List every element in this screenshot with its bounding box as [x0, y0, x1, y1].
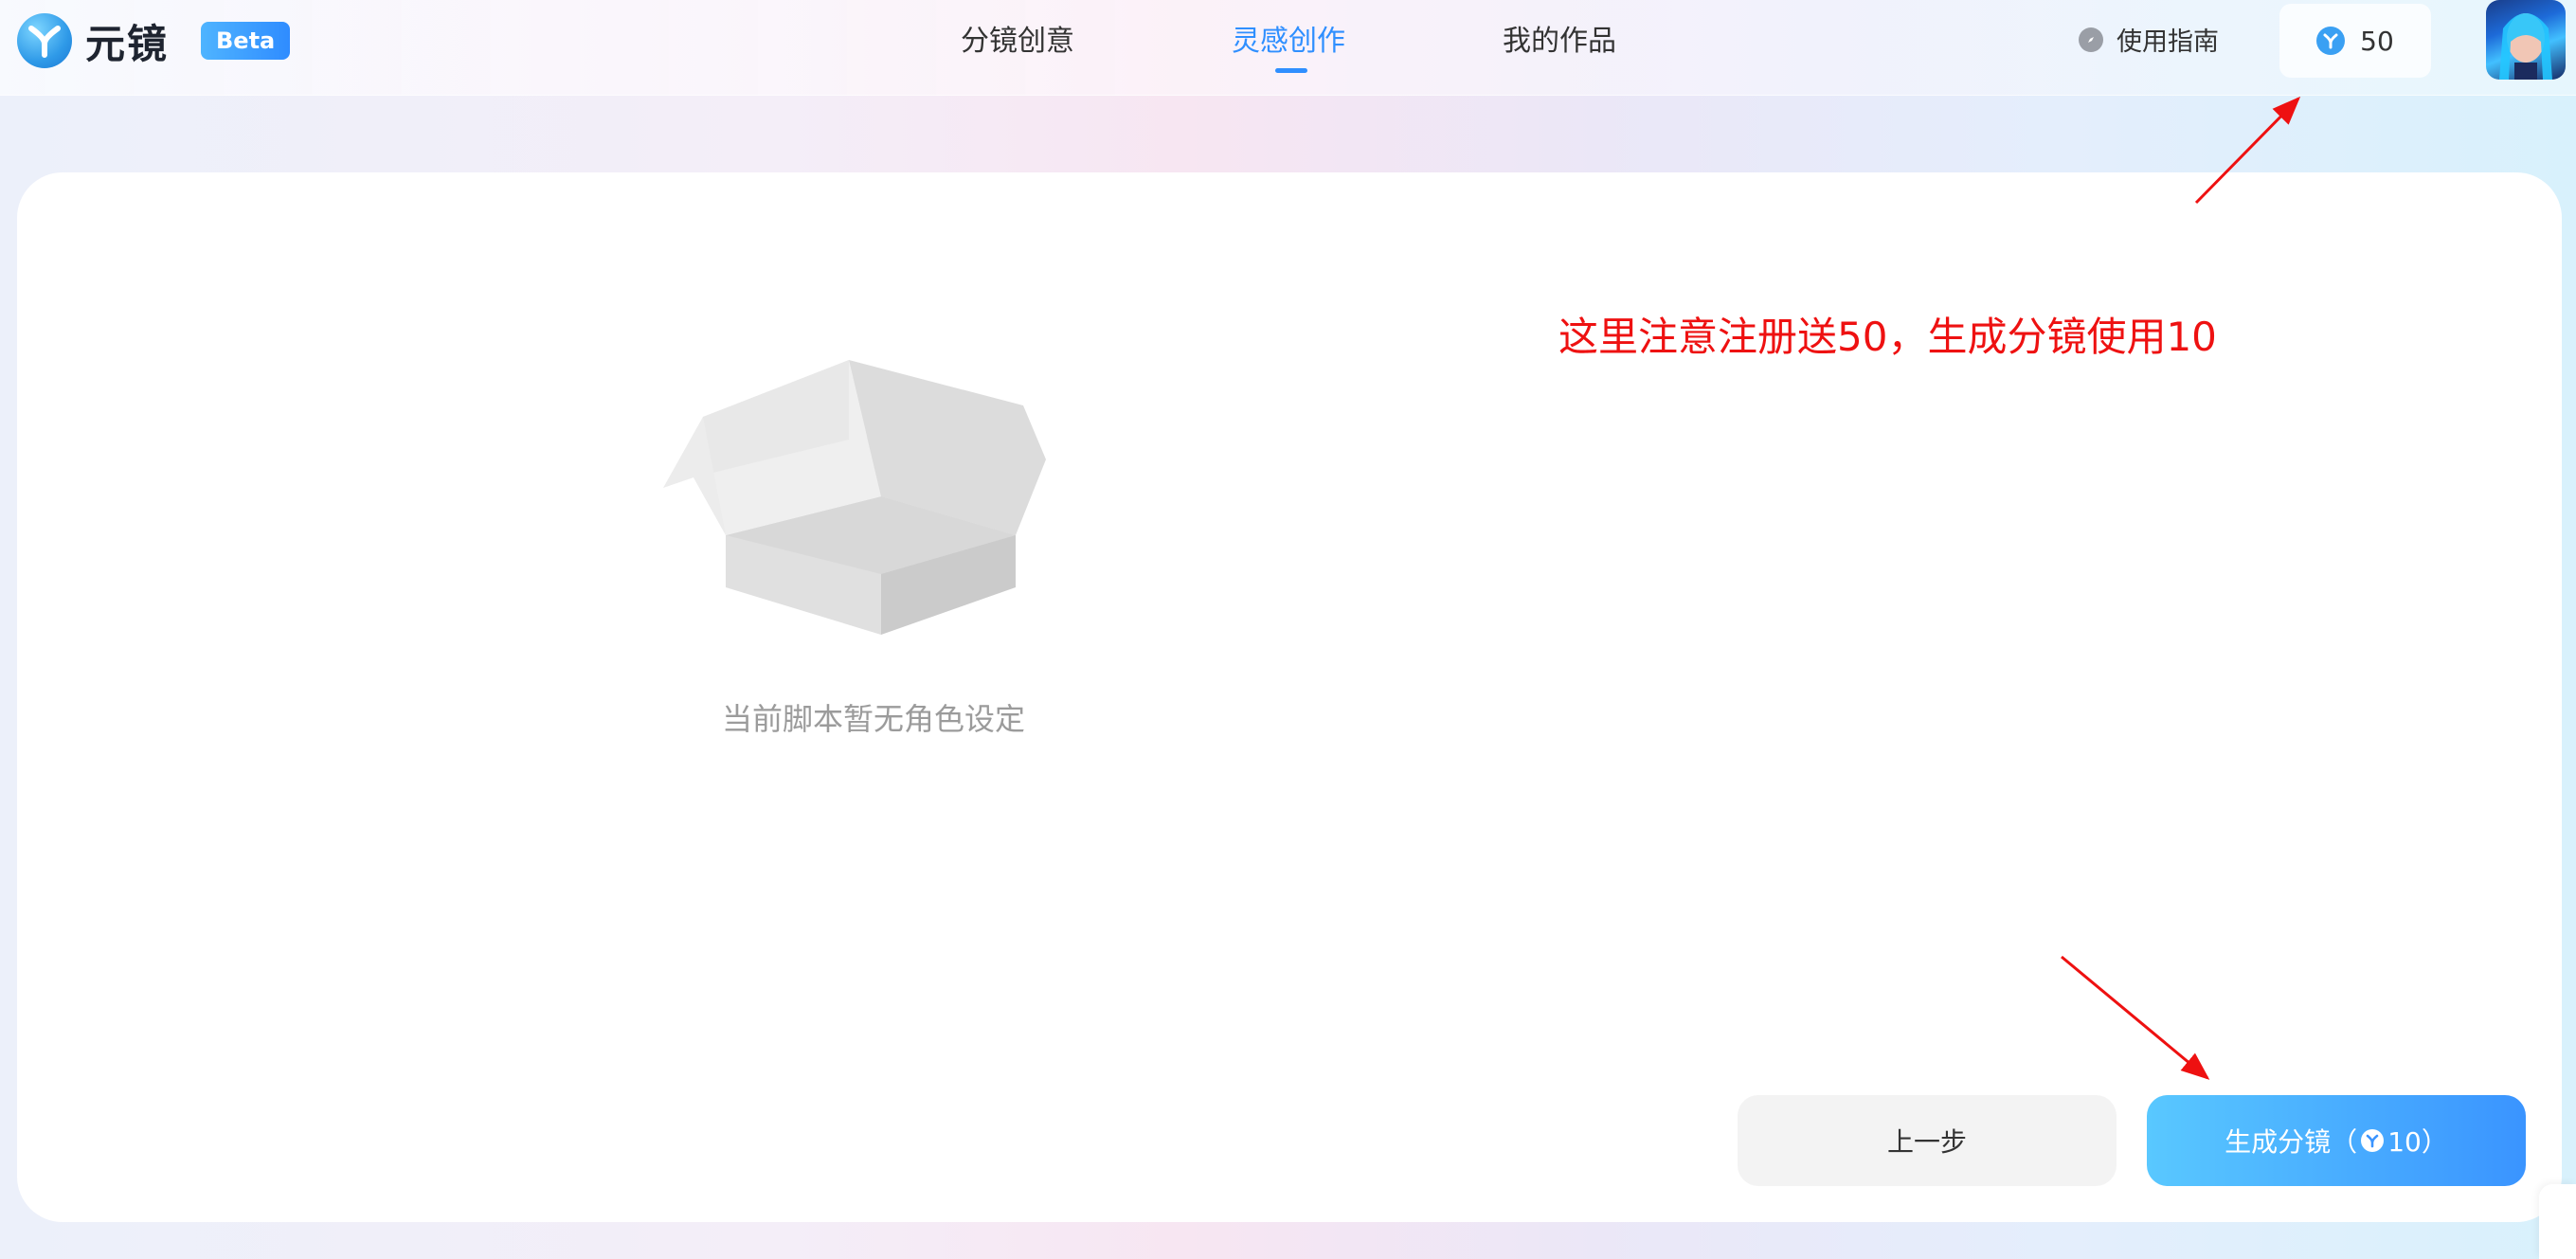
top-bar: 元镜 Beta 分镜创意 灵感创作 我的作品 使用指南 50: [0, 0, 2576, 96]
empty-box-illustration: [663, 360, 1046, 635]
guide-link[interactable]: 使用指南: [2079, 21, 2219, 58]
previous-step-button[interactable]: 上一步: [1738, 1095, 2117, 1186]
active-tab-indicator: [1275, 68, 1307, 73]
beta-badge: Beta: [201, 22, 291, 60]
credits-icon: [2361, 1129, 2385, 1152]
brand-name: 元镜: [85, 20, 170, 67]
tab-my-works[interactable]: 我的作品: [1503, 17, 1616, 59]
credits-value: 50: [2360, 25, 2394, 57]
annotation-text: 这里注意注册送50，生成分镜使用10: [1558, 314, 2217, 360]
guide-label: 使用指南: [2117, 27, 2219, 57]
generate-label: 生成分镜（: [2225, 1126, 2358, 1158]
generate-cost: 10）: [2387, 1126, 2448, 1158]
brand-logo-icon: [17, 13, 72, 68]
empty-state-text: 当前脚本暂无角色设定: [721, 701, 1025, 737]
tab-storyboard-ideas[interactable]: 分镜创意: [961, 17, 1074, 59]
previous-step-label: 上一步: [1886, 1126, 1967, 1158]
tab-inspiration-creation[interactable]: 灵感创作: [1232, 17, 1345, 59]
avatar[interactable]: [2486, 0, 2566, 80]
credits-balance[interactable]: 50: [2279, 4, 2431, 78]
generate-storyboard-button[interactable]: 生成分镜（ 10）: [2147, 1095, 2526, 1186]
credits-icon: [2316, 27, 2346, 55]
brand[interactable]: 元镜 Beta: [17, 11, 291, 70]
compass-icon: [2079, 27, 2103, 52]
side-panel-tab[interactable]: [2539, 1184, 2576, 1259]
